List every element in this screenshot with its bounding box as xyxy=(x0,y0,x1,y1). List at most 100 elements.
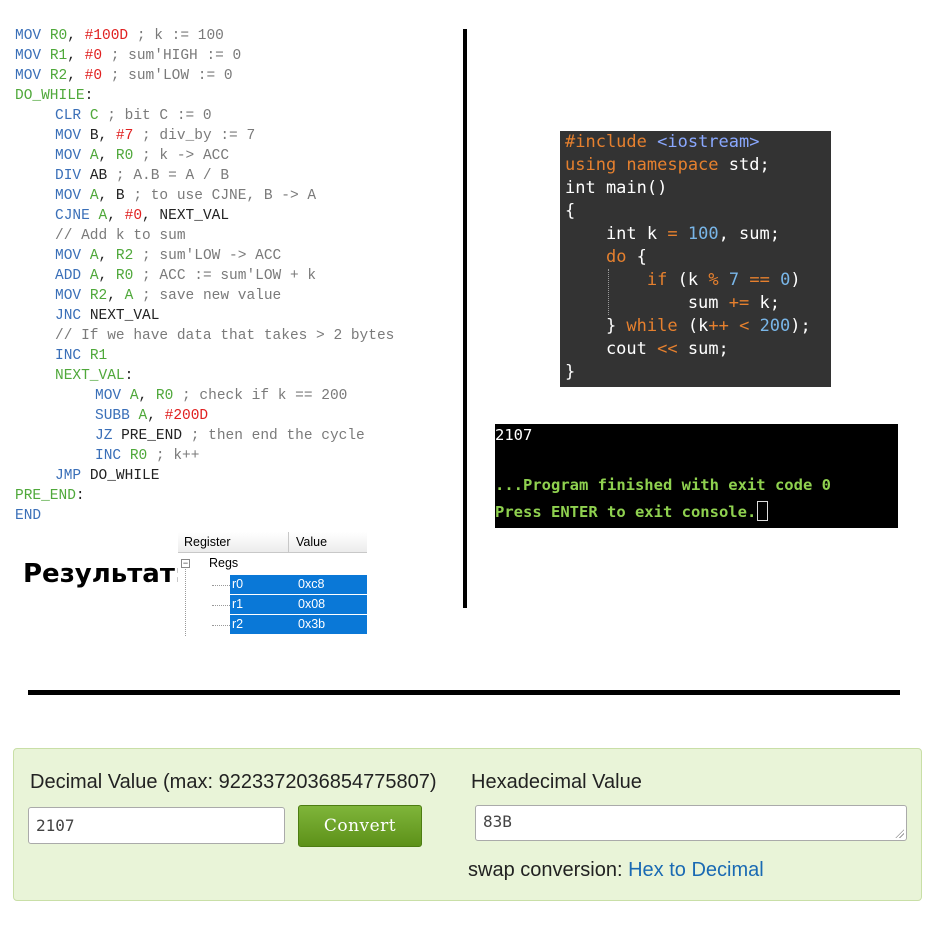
asm-token: DO_WHILE xyxy=(89,468,160,484)
register-row[interactable]: r0 0xc8 xyxy=(230,575,367,594)
cpp-token xyxy=(719,270,729,290)
cpp-token: sum; xyxy=(677,339,729,359)
cpp-token: << xyxy=(657,339,678,359)
asm-line: ADD A, R0 ; ACC := sum'LOW + k xyxy=(15,266,394,286)
asm-token: , xyxy=(67,48,85,64)
decimal-input[interactable] xyxy=(28,807,285,844)
cpp-token xyxy=(565,270,647,290)
cpp-token: { xyxy=(626,247,647,267)
asm-line: // If we have data that takes > 2 bytes xyxy=(15,326,394,346)
asm-line: CLR C ; bit C := 0 xyxy=(15,106,394,126)
asm-line: JNC NEXT_VAL xyxy=(15,306,394,326)
cpp-token: do xyxy=(605,247,627,267)
cpp-token: std; xyxy=(728,155,770,175)
asm-token: CLR xyxy=(55,108,90,124)
swap-conversion-row: swap conversion: Hex to Decimal xyxy=(468,859,764,882)
asm-line: MOV R2, A ; save new value xyxy=(15,286,394,306)
cpp-token: int main() xyxy=(565,178,668,198)
cpp-token: (k xyxy=(677,316,709,336)
cpp-token: < xyxy=(739,316,750,336)
register-row[interactable]: r1 0x08 xyxy=(230,595,367,614)
asm-token: INC xyxy=(95,448,130,464)
asm-token: A xyxy=(138,408,148,424)
decimal-value-label: Decimal Value (max: 9223372036854775807) xyxy=(30,771,437,793)
cpp-token xyxy=(770,270,780,290)
hex-output-field[interactable]: 83B xyxy=(475,805,907,841)
asm-token: A xyxy=(129,388,139,404)
asm-line: MOV A, B ; to use CJNE, B -> A xyxy=(15,186,394,206)
cpp-token xyxy=(749,316,759,336)
console-press-text: Press ENTER to exit console. xyxy=(495,503,757,521)
asm-token: #0 xyxy=(84,48,103,64)
cpp-token: using namespace xyxy=(565,155,729,175)
asm-line: MOV A, R2 ; sum'LOW -> ACC xyxy=(15,246,394,266)
cpp-token: ) xyxy=(790,270,801,290)
asm-line: DIV AB ; A.B = A / B xyxy=(15,166,394,186)
register-name: r0 xyxy=(232,577,244,591)
asm-token: #0 xyxy=(124,208,143,224)
asm-line: END xyxy=(15,506,394,526)
asm-line: JZ PRE_END ; then end the cycle xyxy=(15,426,394,446)
register-grid-header: Register Value xyxy=(178,532,367,553)
asm-token: CJNE xyxy=(55,208,99,224)
console-output-panel: 2107 ...Program finished with exit code … xyxy=(495,424,898,528)
cpp-token: } xyxy=(565,362,576,382)
asm-token: ; then end the cycle xyxy=(182,428,365,444)
asm-token: MOV xyxy=(15,48,50,64)
hex-to-decimal-link[interactable]: Hex to Decimal xyxy=(628,859,764,881)
asm-token: MOV xyxy=(55,288,90,304)
asm-token: ; k++ xyxy=(147,448,200,464)
cpp-token: <iostream> xyxy=(657,132,760,152)
resize-grip-icon[interactable] xyxy=(895,829,904,838)
asm-line: PRE_END: xyxy=(15,486,394,506)
asm-token: MOV xyxy=(95,388,130,404)
asm-token: MOV xyxy=(55,188,90,204)
asm-token: R2 xyxy=(49,68,68,84)
cpp-token: ++ xyxy=(708,316,729,336)
asm-token: , xyxy=(107,288,125,304)
cpp-token: #include xyxy=(565,132,658,152)
asm-token: ; bit C := 0 xyxy=(98,108,212,124)
assembly-listing: MOV R0, #100D ; k := 100 MOV R1, #0 ; sum… xyxy=(15,26,394,526)
cpp-token: } xyxy=(565,316,627,336)
cpp-token: k; xyxy=(749,293,780,313)
asm-token: ; div_by := 7 xyxy=(133,128,256,144)
asm-line: SUBB A, #200D xyxy=(15,406,394,426)
collapse-icon[interactable]: − xyxy=(181,559,190,568)
cpp-token: 7 xyxy=(728,270,740,290)
cpp-code-panel: #include <iostream> using namespace std; i… xyxy=(560,131,831,387)
asm-line: CJNE A, #0, NEXT_VAL xyxy=(15,206,394,226)
register-row[interactable]: r2 0x3b xyxy=(230,615,367,634)
convert-button[interactable]: Convert xyxy=(298,805,422,847)
register-column-header[interactable]: Register xyxy=(184,535,231,549)
value-column-header[interactable]: Value xyxy=(296,535,327,549)
console-output-text: 2107 xyxy=(495,426,533,444)
cpp-line: int main() xyxy=(565,177,831,200)
asm-token: : xyxy=(84,88,94,104)
register-value: 0xc8 xyxy=(298,577,325,591)
asm-token: : xyxy=(75,488,85,504)
swap-conversion-label: swap conversion: xyxy=(468,859,629,881)
register-grid: Register Value − Regs r0 0xc8 r1 0x08 r2 0x3b xyxy=(178,532,367,636)
asm-token: #7 xyxy=(115,128,134,144)
register-name: r2 xyxy=(232,617,244,631)
asm-token: ; sum'LOW -> ACC xyxy=(133,248,282,264)
asm-token: , xyxy=(98,128,116,144)
regs-group-label[interactable]: Regs xyxy=(209,556,238,570)
asm-token: R0 xyxy=(129,448,148,464)
cpp-token: == xyxy=(749,270,770,290)
asm-token: , xyxy=(98,188,116,204)
cpp-line: using namespace std; xyxy=(565,154,831,177)
asm-token: ; check if k == 200 xyxy=(173,388,348,404)
cpp-line: cout << sum; xyxy=(565,338,831,361)
asm-token: MOV xyxy=(55,128,90,144)
cpp-token: if xyxy=(646,270,668,290)
cpp-line: sum += k; xyxy=(565,292,831,315)
asm-token: // If we have data that takes > 2 bytes xyxy=(55,328,395,344)
asm-token: R2 xyxy=(89,288,108,304)
asm-line: INC R0 ; k++ xyxy=(15,446,394,466)
asm-token: DO_WHILE xyxy=(15,88,85,104)
register-value: 0x08 xyxy=(298,597,326,611)
cpp-token: (k xyxy=(667,270,709,290)
asm-token: DIV xyxy=(55,168,90,184)
